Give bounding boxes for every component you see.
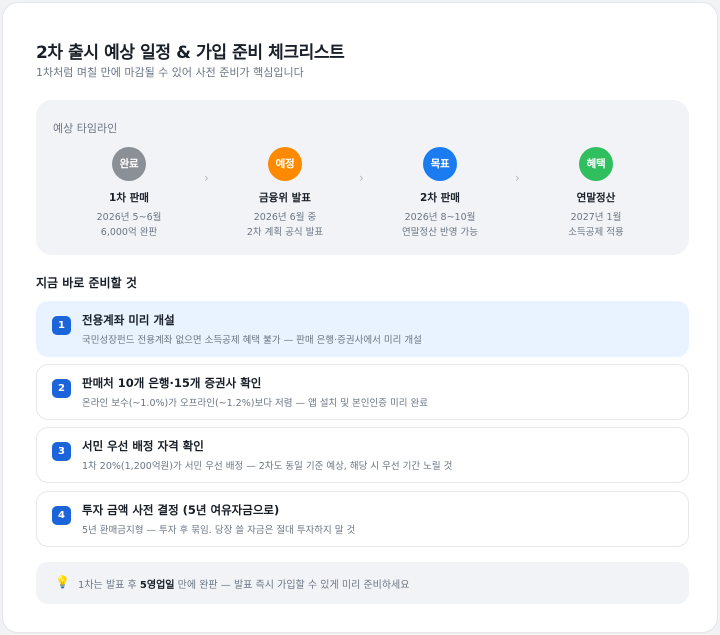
item-number: 3 xyxy=(52,442,71,461)
timeline-label: 예상 타임라인 xyxy=(53,122,118,135)
tip-text: 1차는 발표 후 5영업일 만에 완판 — 발표 즉시 가입할 수 있게 미리 … xyxy=(78,576,409,591)
step-date: 2026년 8~10월 xyxy=(404,212,476,223)
timeline-panel: 예상 타임라인 완료 1차 판매 2026년 5~6월 6,000억 완판 › … xyxy=(36,100,689,255)
tip-highlight: 5영업일 xyxy=(139,580,175,591)
step-date: 2027년 1월 xyxy=(570,212,622,223)
item-description: 1차 20%(1,200억원)가 서민 우선 배정 — 2차도 동일 기준 예상… xyxy=(82,461,453,472)
step-note: 6,000억 완판 xyxy=(100,227,158,238)
step-badge: 목표 xyxy=(423,147,457,181)
step-date: 2026년 6월 중 xyxy=(253,212,317,223)
item-description: 온라인 보수(~1.0%)가 오프라인(~1.2%)보다 저렴 — 앱 설치 및… xyxy=(82,398,428,409)
tip-banner: 💡 1차는 발표 후 5영업일 만에 완판 — 발표 즉시 가입할 수 있게 미… xyxy=(36,562,689,604)
step-date: 2026년 5~6월 xyxy=(96,212,162,223)
page-title: 2차 출시 예상 일정 & 가입 준비 체크리스트 xyxy=(36,43,345,63)
tip-suffix: 만에 완판 — 발표 즉시 가입할 수 있게 미리 준비하세요 xyxy=(174,580,410,591)
checklist-item[interactable]: 2 판매처 10개 은행·15개 증권사 확인 온라인 보수(~1.0%)가 오… xyxy=(36,364,689,420)
step-title: 1차 판매 xyxy=(109,192,149,204)
step-badge: 예정 xyxy=(268,147,302,181)
lightbulb-icon: 💡 xyxy=(55,575,70,589)
item-title: 전용계좌 미리 개설 xyxy=(82,313,175,327)
chevron-right-icon: › xyxy=(359,171,364,185)
timeline-step: 혜택 연말정산 2027년 1월 소득공제 적용 xyxy=(526,147,666,239)
item-title: 판매처 10개 은행·15개 증권사 확인 xyxy=(82,376,262,390)
checklist-item[interactable]: 1 전용계좌 미리 개설 국민성장펀드 전용계좌 없으면 소득공제 혜택 불가 … xyxy=(36,301,689,357)
item-description: 국민성장펀드 전용계좌 없으면 소득공제 혜택 불가 — 판매 은행·증권사에서… xyxy=(82,335,422,346)
item-number: 2 xyxy=(52,379,71,398)
chevron-right-icon: › xyxy=(515,171,520,185)
timeline-step: 예정 금융위 발표 2026년 6월 중 2차 계획 공식 발표 xyxy=(215,147,355,239)
item-number: 1 xyxy=(52,316,71,335)
step-note: 소득공제 적용 xyxy=(568,227,624,238)
item-description: 5년 환매금지형 — 투자 후 묶임. 당장 쓸 자금은 절대 투자하지 말 것 xyxy=(82,525,356,536)
item-number: 4 xyxy=(52,506,71,525)
step-badge: 혜택 xyxy=(579,147,613,181)
step-note: 연말정산 반영 가능 xyxy=(402,227,478,238)
page-subtitle: 1차처럼 며칠 만에 마감될 수 있어 사전 준비가 핵심입니다 xyxy=(36,66,304,79)
step-badge: 완료 xyxy=(112,147,146,181)
step-note: 2차 계획 공식 발표 xyxy=(246,227,324,238)
timeline-step: 완료 1차 판매 2026년 5~6월 6,000억 완판 xyxy=(59,147,199,239)
step-title: 금융위 발표 xyxy=(259,192,311,204)
timeline-step: 목표 2차 판매 2026년 8~10월 연말정산 반영 가능 xyxy=(370,147,510,239)
checklist-item[interactable]: 4 투자 금액 사전 결정 (5년 여유자금으로) 5년 환매금지형 — 투자 … xyxy=(36,491,689,547)
item-title: 투자 금액 사전 결정 (5년 여유자금으로) xyxy=(82,503,280,517)
step-title: 연말정산 xyxy=(576,192,616,204)
checklist-title: 지금 바로 준비할 것 xyxy=(36,276,137,290)
tip-prefix: 1차는 발표 후 xyxy=(78,580,140,591)
chevron-right-icon: › xyxy=(204,171,209,185)
item-title: 서민 우선 배정 자격 확인 xyxy=(82,439,204,453)
checklist-card: 2차 출시 예상 일정 & 가입 준비 체크리스트 1차처럼 며칠 만에 마감될… xyxy=(2,2,718,633)
step-title: 2차 판매 xyxy=(420,192,460,204)
checklist-item[interactable]: 3 서민 우선 배정 자격 확인 1차 20%(1,200억원)가 서민 우선 … xyxy=(36,427,689,483)
